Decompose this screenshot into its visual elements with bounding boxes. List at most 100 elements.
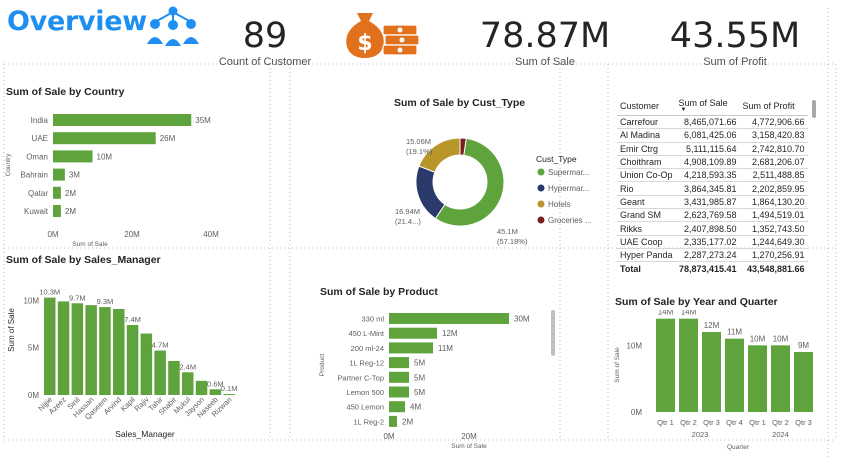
product-bar[interactable] bbox=[389, 386, 409, 398]
manager-bar[interactable] bbox=[126, 325, 139, 395]
col-customer-header[interactable]: Customer bbox=[617, 96, 676, 116]
country-bar[interactable] bbox=[53, 205, 61, 217]
table-row[interactable]: Rio 3,864,345.81 2,202,859.95 bbox=[617, 181, 808, 196]
yearq-bar[interactable] bbox=[679, 318, 698, 412]
manager-bar[interactable] bbox=[57, 301, 70, 395]
product-scrollbar[interactable] bbox=[551, 310, 555, 356]
product-x-tick: 0M bbox=[383, 432, 394, 441]
yearq-bar-chart[interactable]: 0M 10M 14M Qtr 1 14M Qtr 2 12M Qtr 3 11M Qtr 4 10M… bbox=[610, 310, 835, 462]
yearq-chart-title: Sum of Sale by Year and Quarter bbox=[615, 296, 778, 308]
product-bar[interactable] bbox=[389, 415, 397, 427]
manager-bar[interactable] bbox=[113, 308, 125, 395]
manager-bar[interactable] bbox=[195, 380, 208, 395]
kpi-sum-of-profit: 43.55M bbox=[669, 16, 801, 56]
product-bar-chart[interactable]: 330 ml 30M 450 L-Mint 12M 200 ml-24 11M 1L Reg… bbox=[300, 300, 562, 454]
product-bar[interactable] bbox=[389, 313, 509, 324]
manager-bar[interactable] bbox=[85, 305, 97, 395]
manager-bar[interactable] bbox=[168, 360, 180, 395]
table-row[interactable]: Geant 3,431,985.87 1,864,130.20 bbox=[617, 195, 808, 210]
cell-sale: 2,407,898.50 bbox=[675, 221, 740, 236]
country-y-axis-title: Country bbox=[5, 153, 12, 177]
cell-sale: 2,335,177.02 bbox=[675, 235, 740, 249]
country-data-label: 35M bbox=[195, 116, 211, 125]
product-bar[interactable] bbox=[389, 357, 409, 369]
manager-bar[interactable] bbox=[223, 394, 235, 396]
table-row[interactable]: Choithram 4,908,109.89 2,681,206.07 bbox=[617, 155, 808, 170]
donut-slice[interactable] bbox=[415, 165, 446, 220]
manager-bar[interactable] bbox=[209, 389, 222, 395]
kpi-sum-of-sale: 78.87M bbox=[479, 16, 611, 56]
yearq-data-label: 14M bbox=[681, 310, 697, 317]
cell-customer: Al Madina bbox=[617, 128, 676, 143]
table-row[interactable]: Al Madina 6,081,425.06 3,158,420.83 bbox=[617, 128, 808, 143]
product-bar[interactable] bbox=[389, 401, 405, 413]
cell-sale: 2,623,769.58 bbox=[675, 208, 740, 223]
product-tick-label: 450 L-Mint bbox=[349, 329, 385, 338]
yearq-data-label: 9M bbox=[798, 341, 809, 350]
manager-bar-chart[interactable]: 0M5M10M10.3MNijjieAzeez9.7MSinilHassan9.… bbox=[0, 270, 262, 442]
donut-legend-title: Cust_Type bbox=[536, 154, 577, 164]
kpi-sale-label: Sum of Sale bbox=[515, 56, 575, 68]
yearq-data-label: 14M bbox=[658, 310, 674, 317]
yearq-bar[interactable] bbox=[702, 332, 721, 412]
manager-bar[interactable] bbox=[99, 307, 111, 395]
yearq-bar[interactable] bbox=[771, 345, 790, 412]
country-bar[interactable] bbox=[53, 150, 93, 163]
yearq-data-label: 11M bbox=[727, 328, 742, 337]
table-row[interactable]: UAE Coop 2,335,177.02 1,244,649.30 bbox=[617, 235, 808, 249]
yearq-data-label: 10M bbox=[750, 334, 766, 343]
country-data-label: 2M bbox=[65, 207, 76, 216]
yearq-bar[interactable] bbox=[725, 338, 744, 412]
country-tick-label: Qatar bbox=[28, 189, 48, 198]
country-bar[interactable] bbox=[53, 132, 156, 145]
country-tick-label: Kuwait bbox=[24, 207, 49, 216]
donut-legend-label: Groceries ... bbox=[548, 216, 592, 225]
yearq-y-tick: 0M bbox=[631, 408, 642, 417]
manager-y-tick: 10M bbox=[23, 296, 39, 305]
product-data-label: 30M bbox=[514, 315, 530, 324]
product-bar[interactable] bbox=[389, 342, 433, 354]
table-row[interactable]: Hyper Panda 2,287,273.24 1,270,256.91 bbox=[617, 248, 808, 263]
donut-legend-marker bbox=[537, 184, 545, 192]
people-network-icon bbox=[147, 6, 199, 46]
country-x-tick: 20M bbox=[124, 230, 140, 239]
manager-bar[interactable] bbox=[71, 303, 84, 395]
product-tick-label: 330 ml bbox=[361, 315, 384, 324]
product-bar[interactable] bbox=[389, 371, 409, 383]
table-row[interactable]: Rikks 2,407,898.50 1,352,743.50 bbox=[617, 221, 808, 236]
manager-bar[interactable] bbox=[154, 350, 166, 395]
country-bar[interactable] bbox=[53, 114, 192, 126]
col-sale-header[interactable]: Sum of Sale ▼ bbox=[675, 96, 740, 116]
table-row[interactable]: Grand SM 2,623,769.58 1,494,519.01 bbox=[617, 208, 808, 223]
total-sale: 78,873,415.41 bbox=[675, 261, 740, 276]
yearq-x-tick: Qtr 1 bbox=[657, 418, 674, 427]
product-data-label: 2M bbox=[402, 417, 413, 426]
cell-customer: Choithram bbox=[617, 155, 676, 170]
cell-sale: 3,431,985.87 bbox=[675, 195, 740, 210]
manager-y-tick: 0M bbox=[28, 391, 39, 400]
yearq-bar[interactable] bbox=[794, 352, 813, 412]
table-row[interactable]: Emir Ctrg 5,111,115.64 2,742,810.70 bbox=[617, 142, 808, 156]
cell-profit: 3,158,420.83 bbox=[739, 128, 808, 143]
table-row[interactable]: Carrefour 8,465,071.66 4,772,906.66 bbox=[617, 115, 808, 130]
country-bar-chart[interactable]: India 35M UAE 26M Oman 10M Bahrain 3M Qatar 2M Kuw… bbox=[0, 100, 262, 248]
yearq-bar[interactable] bbox=[656, 318, 675, 412]
country-data-label: 2M bbox=[65, 189, 76, 198]
table-scrollbar[interactable] bbox=[812, 100, 816, 118]
col-profit-header[interactable]: Sum of Profit bbox=[739, 96, 808, 116]
yearq-bar[interactable] bbox=[748, 345, 767, 412]
cust-type-donut-chart[interactable]: 45.1M(57.18%) 16.94M(21.4...) 15.06M(19.1%… bbox=[380, 110, 600, 248]
table-row[interactable]: Union Co-Op 4,218,593.35 2,511,488.85 bbox=[617, 168, 808, 183]
manager-data-label: 9.3M bbox=[97, 297, 114, 306]
cell-sale: 3,864,345.81 bbox=[675, 181, 740, 196]
country-tick-label: India bbox=[31, 116, 49, 125]
manager-bar[interactable] bbox=[44, 297, 56, 395]
donut-legend-marker bbox=[537, 168, 545, 176]
country-bar[interactable] bbox=[53, 168, 65, 181]
cell-customer: Rikks bbox=[617, 221, 676, 236]
manager-bar[interactable] bbox=[140, 333, 153, 395]
product-bar[interactable] bbox=[389, 327, 437, 339]
product-chart-title: Sum of Sale by Product bbox=[320, 286, 438, 298]
manager-bar[interactable] bbox=[182, 372, 194, 395]
country-bar[interactable] bbox=[53, 186, 61, 199]
